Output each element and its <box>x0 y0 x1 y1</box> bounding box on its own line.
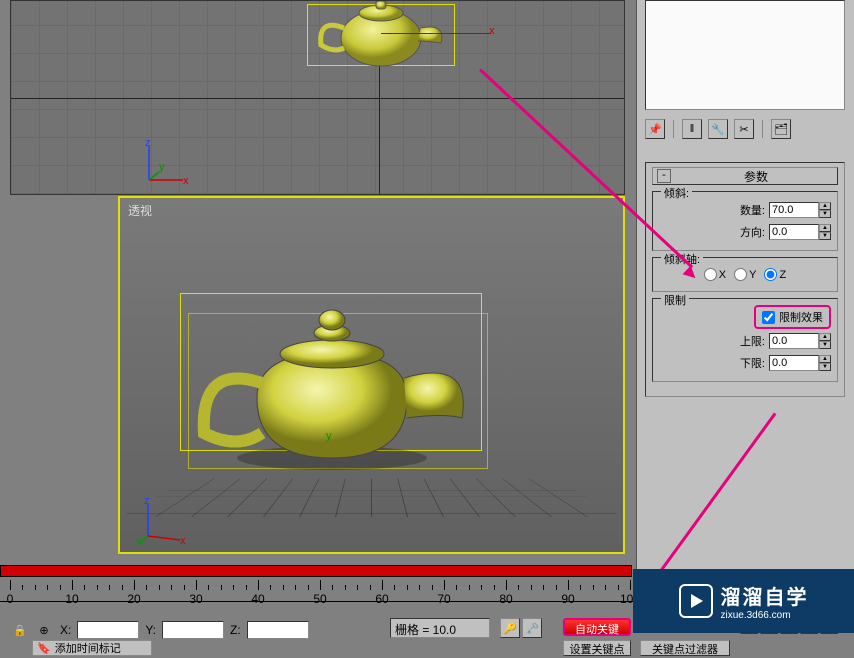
y-input[interactable] <box>162 621 224 639</box>
upper-label: 上限: <box>740 333 765 349</box>
svg-text:x: x <box>183 175 189 187</box>
lower-input[interactable] <box>769 355 819 371</box>
separator <box>762 120 763 138</box>
axis-z-radio-label: Z <box>779 269 786 281</box>
upper-input[interactable] <box>769 333 819 349</box>
z-input[interactable] <box>247 621 309 639</box>
settings-icon[interactable]: 🗂 <box>771 119 791 139</box>
watermark: 溜溜自学 zixue.3d66.com <box>633 569 854 633</box>
axis-x-label: x <box>489 25 495 37</box>
limit-legend: 限制 <box>661 292 689 308</box>
spinner-up-icon[interactable]: ▲ <box>819 333 831 341</box>
limit-effect-label: 限制效果 <box>779 309 823 325</box>
spinner-up-icon[interactable]: ▲ <box>819 355 831 363</box>
x-input[interactable] <box>77 621 139 639</box>
amount-label: 数量: <box>740 202 765 218</box>
ruler-label: 90 <box>561 592 574 606</box>
key-icon[interactable]: 🔑 <box>500 618 520 638</box>
ruler-label: 50 <box>313 592 326 606</box>
svg-text:z: z <box>145 138 151 149</box>
coord-mode-button[interactable]: ⊕ <box>34 624 54 637</box>
preview-thumbnail <box>645 0 845 110</box>
ruler-label: 0 <box>7 592 14 606</box>
limit-effect-check-input[interactable] <box>762 311 775 324</box>
spinner-down-icon[interactable]: ▼ <box>819 210 831 218</box>
direction-label: 方向: <box>740 224 765 240</box>
view-axis-gizmo-top: z x y <box>141 138 191 188</box>
ruler-label: 40 <box>251 592 264 606</box>
axis-x-radio-label: X <box>719 269 726 281</box>
amount-input[interactable] <box>769 202 819 218</box>
watermark-url: zixue.3d66.com <box>721 610 809 621</box>
svg-text:y: y <box>159 161 165 173</box>
spinner-down-icon[interactable]: ▼ <box>819 363 831 371</box>
teapot-top[interactable] <box>306 0 456 73</box>
lower-label: 下限: <box>740 355 765 371</box>
svg-text:y: y <box>136 535 142 546</box>
grid-status: 栅格 = 10.0 <box>390 618 490 638</box>
scissors-icon[interactable]: ✂ <box>734 119 754 139</box>
add-time-marker-button[interactable]: 🔖 添加时间标记 <box>32 640 152 656</box>
rollout-header[interactable]: - 参数 <box>652 167 838 185</box>
pin-icon[interactable]: 📌 <box>645 119 665 139</box>
x-label: X: <box>58 623 73 637</box>
viewport-label: 透视 <box>128 202 152 219</box>
limit-group: 限制 限制效果 上限: ▲▼ 下限: ▲▼ <box>652 298 838 382</box>
z-label: Z: <box>228 623 243 637</box>
ruler-label: 30 <box>189 592 202 606</box>
collapse-icon[interactable]: - <box>657 169 671 183</box>
limit-effect-checkbox[interactable]: 限制效果 <box>754 305 831 329</box>
spinner-down-icon[interactable]: ▼ <box>819 232 831 240</box>
ruler-label: 80 <box>499 592 512 606</box>
grid-axis-h <box>11 98 624 99</box>
view-axis-gizmo-persp: z x y <box>136 496 186 546</box>
time-ruler[interactable]: 0102030405060708090100 <box>0 580 700 620</box>
rollout-title: 参数 <box>675 168 837 185</box>
direction-input[interactable] <box>769 224 819 240</box>
axis-x-line <box>381 33 491 34</box>
ruler-label: 10 <box>65 592 78 606</box>
ruler-label: 70 <box>437 592 450 606</box>
auto-key-button[interactable]: 自动关键 <box>563 618 631 636</box>
parameters-rollout: - 参数 倾斜: 数量: ▲▼ 方向: ▲▼ 倾斜轴: <box>645 162 845 397</box>
spinner-down-icon[interactable]: ▼ <box>819 341 831 349</box>
tilt-group: 倾斜: 数量: ▲▼ 方向: ▲▼ <box>652 191 838 251</box>
command-panel: 📌 ‖ 🔧 ✂ 🗂 - 参数 倾斜: 数量: ▲▼ 方向: <box>636 0 854 615</box>
tag-icon: 🔖 <box>37 642 51 655</box>
pause-icon[interactable]: ‖ <box>682 119 702 139</box>
timeline-track[interactable] <box>0 565 632 577</box>
set-key-button[interactable]: 设置关键点 <box>563 640 631 656</box>
axis-y-radio[interactable]: Y <box>734 268 756 281</box>
spinner-up-icon[interactable]: ▲ <box>819 224 831 232</box>
tilt-legend: 倾斜: <box>661 185 692 201</box>
spinner-up-icon[interactable]: ▲ <box>819 202 831 210</box>
axis-y-label: y <box>326 430 332 442</box>
perspective-grid <box>120 479 623 517</box>
viewport-top[interactable]: x z x y <box>10 0 625 195</box>
separator <box>673 120 674 138</box>
axis-x-radio[interactable]: X <box>704 268 726 281</box>
add-time-marker-label: 添加时间标记 <box>55 640 121 656</box>
ruler-label: 60 <box>375 592 388 606</box>
ruler-label: 20 <box>127 592 140 606</box>
svg-text:x: x <box>180 535 186 546</box>
coordinate-bar: 🔒 ⊕ X: Y: Z: <box>10 618 309 642</box>
axis-y-radio-label: Y <box>749 269 756 281</box>
lock-selection-button[interactable]: 🔒 <box>10 624 30 637</box>
watermark-brand: 溜溜自学 <box>721 581 809 610</box>
svg-text:z: z <box>144 496 150 507</box>
wrench-icon[interactable]: 🔧 <box>708 119 728 139</box>
tilt-axis-group: 倾斜轴: X Y Z <box>652 257 838 292</box>
y-label: Y: <box>143 623 158 637</box>
axis-z-radio[interactable]: Z <box>764 268 786 281</box>
key-filter-button[interactable]: 关键点过滤器 <box>640 640 730 656</box>
key-mode-icon[interactable]: 🗝️ <box>522 618 542 638</box>
teapot-perspective[interactable] <box>182 278 482 478</box>
viewport-perspective[interactable]: 透视 y z x y <box>118 196 625 554</box>
play-logo-icon <box>679 584 713 618</box>
